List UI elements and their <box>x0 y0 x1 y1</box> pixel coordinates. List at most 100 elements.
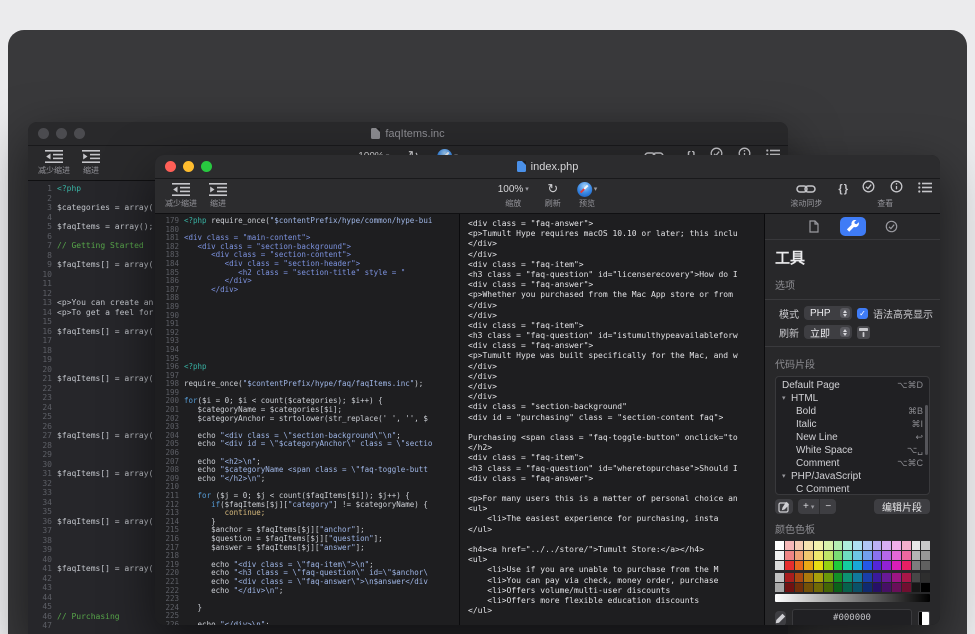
color-swatch[interactable] <box>785 561 794 570</box>
color-swatch[interactable] <box>843 551 852 560</box>
color-swatch[interactable] <box>804 551 813 560</box>
color-swatch[interactable] <box>795 551 804 560</box>
snippet-item[interactable]: New Line↩ <box>776 431 929 444</box>
new-snippet-button[interactable] <box>775 499 793 514</box>
list-icon[interactable] <box>918 180 932 198</box>
syntax-highlight-checkbox[interactable]: ✓ <box>857 308 868 319</box>
minimize-button[interactable] <box>183 161 194 172</box>
snippet-item[interactable]: C Comment <box>776 483 929 496</box>
snippet-item[interactable]: White Space⌥␣ <box>776 444 929 457</box>
color-swatch[interactable] <box>921 541 930 550</box>
color-swatch[interactable] <box>775 541 784 550</box>
color-swatch[interactable] <box>775 583 784 592</box>
color-swatch[interactable] <box>834 583 843 592</box>
hex-color-input[interactable] <box>792 609 912 625</box>
color-swatch[interactable] <box>921 573 930 582</box>
color-swatch[interactable] <box>892 573 901 582</box>
color-swatch[interactable] <box>902 573 911 582</box>
color-swatch[interactable] <box>785 583 794 592</box>
format-brush-icon[interactable] <box>857 326 870 339</box>
color-swatch[interactable] <box>882 541 891 550</box>
color-swatch[interactable] <box>814 573 823 582</box>
minimize-button[interactable] <box>56 128 67 139</box>
color-swatch[interactable] <box>843 541 852 550</box>
color-swatch[interactable] <box>853 551 862 560</box>
color-swatch[interactable] <box>882 573 891 582</box>
color-swatch[interactable] <box>775 551 784 560</box>
color-swatch[interactable] <box>863 573 872 582</box>
color-swatch[interactable] <box>863 541 872 550</box>
front-titlebar[interactable]: index.php <box>155 155 940 179</box>
color-swatch[interactable] <box>863 561 872 570</box>
color-swatch[interactable] <box>912 573 921 582</box>
color-swatch[interactable] <box>892 541 901 550</box>
snippet-group[interactable]: ▾PHP/JavaScript <box>776 470 929 483</box>
color-swatch[interactable] <box>804 583 813 592</box>
color-swatch[interactable] <box>921 551 930 560</box>
edit-snippet-button[interactable]: 编辑片段 <box>874 499 930 514</box>
close-button[interactable] <box>38 128 49 139</box>
snippet-item[interactable]: Default Page⌥⌘D <box>776 379 929 392</box>
color-swatch[interactable] <box>785 551 794 560</box>
preview-pane[interactable]: <div class = "faq-answer"><p>Tumult Hype… <box>460 214 765 625</box>
color-swatch[interactable] <box>814 583 823 592</box>
snippet-list[interactable]: Default Page⌥⌘D▾HTMLBold⌘BItalic⌘INew Li… <box>775 376 930 496</box>
color-swatch[interactable] <box>873 583 882 592</box>
snippet-item[interactable]: Bold⌘B <box>776 405 929 418</box>
color-swatch[interactable] <box>912 583 921 592</box>
color-swatch[interactable] <box>785 541 794 550</box>
preview-button[interactable]: ▾ 预览 <box>577 181 598 209</box>
color-swatch[interactable] <box>873 561 882 570</box>
color-swatch[interactable] <box>795 583 804 592</box>
snippet-group[interactable]: ▾HTML <box>776 392 929 405</box>
disclosure-triangle-icon[interactable]: ▾ <box>782 472 791 480</box>
color-swatch[interactable] <box>824 551 833 560</box>
color-swatch[interactable] <box>804 573 813 582</box>
refresh-button[interactable]: ↻ 刷新 <box>545 181 561 209</box>
color-swatch[interactable] <box>882 551 891 560</box>
tab-document[interactable] <box>801 217 827 236</box>
color-swatch[interactable] <box>814 551 823 560</box>
color-swatch[interactable] <box>912 541 921 550</box>
mode-popup[interactable]: PHP <box>804 306 852 320</box>
color-swatch[interactable] <box>834 551 843 560</box>
color-swatch[interactable] <box>892 561 901 570</box>
color-swatch[interactable] <box>804 561 813 570</box>
color-swatch[interactable] <box>775 573 784 582</box>
color-swatch[interactable] <box>843 583 852 592</box>
color-swatch[interactable] <box>902 541 911 550</box>
scroll-sync-button[interactable]: 滚动同步 <box>790 181 822 209</box>
back-titlebar[interactable]: faqItems.inc <box>28 122 788 146</box>
edit-color-button[interactable] <box>775 611 786 626</box>
info-icon[interactable] <box>890 180 903 198</box>
disclosure-triangle-icon[interactable]: ▾ <box>782 394 791 402</box>
color-swatch[interactable] <box>853 561 862 570</box>
color-swatch[interactable] <box>902 561 911 570</box>
color-swatch[interactable] <box>902 551 911 560</box>
color-swatch[interactable] <box>824 573 833 582</box>
color-swatch[interactable] <box>843 573 852 582</box>
tab-validate[interactable] <box>879 217 905 236</box>
close-button[interactable] <box>165 161 176 172</box>
color-swatch[interactable] <box>853 573 862 582</box>
remove-snippet-button[interactable]: − <box>820 499 836 514</box>
color-swatch[interactable] <box>853 541 862 550</box>
grayscale-gradient-strip[interactable] <box>775 594 930 602</box>
color-swatch[interactable] <box>843 561 852 570</box>
snippet-item[interactable]: Italic⌘I <box>776 418 929 431</box>
add-snippet-button[interactable]: +▾ <box>798 499 819 514</box>
current-color-well[interactable] <box>918 611 930 626</box>
zoom-control[interactable]: 100%▾ 缩放 <box>498 181 529 209</box>
scrollbar-thumb[interactable] <box>925 405 928 455</box>
color-swatch[interactable] <box>873 573 882 582</box>
outdent-button[interactable]: 减少缩进 <box>38 148 70 180</box>
color-swatch[interactable] <box>824 583 833 592</box>
validate-icon[interactable] <box>862 180 875 198</box>
zoom-button[interactable] <box>201 161 212 172</box>
color-swatch[interactable] <box>775 561 784 570</box>
color-swatch[interactable] <box>921 561 930 570</box>
color-swatch[interactable] <box>873 551 882 560</box>
zoom-button[interactable] <box>74 128 85 139</box>
color-swatch[interactable] <box>804 541 813 550</box>
indent-button[interactable]: 缩进 <box>82 148 100 180</box>
